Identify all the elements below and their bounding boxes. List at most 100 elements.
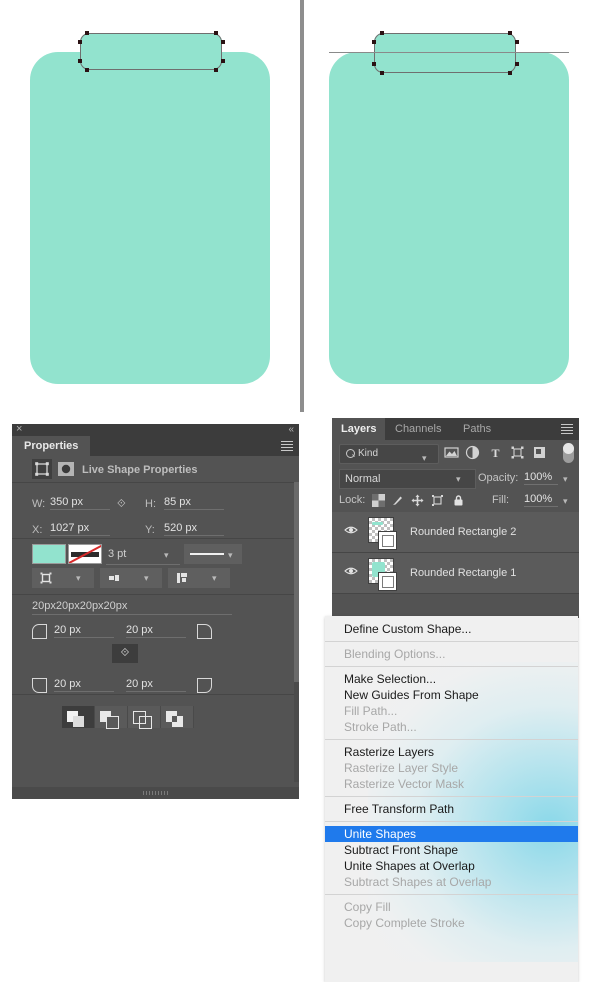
anchor-point[interactable]: [214, 68, 218, 72]
filter-enable-toggle[interactable]: [563, 443, 574, 463]
lock-position-icon[interactable]: [411, 494, 424, 507]
anchor-point[interactable]: [221, 40, 225, 44]
exclude-overlapping-shapes-button[interactable]: [161, 706, 194, 728]
close-icon[interactable]: ×: [16, 423, 22, 435]
lock-image-pixels-icon[interactable]: [391, 494, 404, 507]
shape-layer-filter-icon[interactable]: [510, 445, 525, 460]
layer-name[interactable]: Rounded Rectangle 1: [410, 567, 516, 579]
subtract-front-shape-button[interactable]: [95, 706, 128, 729]
tab-channels[interactable]: Channels: [386, 418, 450, 440]
layer-thumbnail-group[interactable]: [368, 517, 398, 550]
properties-titlebar: × «: [12, 423, 299, 436]
lock-transparent-pixels-icon[interactable]: [372, 494, 385, 507]
anchor-point[interactable]: [221, 59, 225, 63]
width-input[interactable]: 350 px: [50, 496, 110, 510]
anchor-point[interactable]: [372, 40, 376, 44]
chevron-down-icon[interactable]: ▾: [212, 573, 217, 584]
anchor-point[interactable]: [515, 62, 519, 66]
before-unite-canvas[interactable]: [0, 0, 300, 412]
mask-icon[interactable]: [56, 459, 76, 479]
y-position-input[interactable]: 520 px: [164, 522, 224, 536]
menu-item-unite-shapes-at-overlap[interactable]: Unite Shapes at Overlap: [325, 858, 578, 874]
chevron-down-icon[interactable]: ▾: [563, 474, 568, 485]
smart-object-filter-icon[interactable]: [532, 445, 547, 460]
menu-item-copy-complete-stroke: Copy Complete Stroke: [344, 916, 465, 930]
stroke-align-select[interactable]: ▾: [32, 568, 94, 588]
menu-item-define-custom-shape[interactable]: Define Custom Shape...: [325, 621, 578, 637]
corner-radii-summary[interactable]: 20px20px20px20px: [32, 600, 232, 615]
stroke-corners-select[interactable]: ▾: [168, 568, 230, 588]
lock-artboard-nesting-icon[interactable]: [431, 494, 444, 507]
fill-color-swatch[interactable]: [32, 544, 66, 564]
vector-mask-thumbnail[interactable]: [378, 572, 397, 591]
layer-thumbnail-group[interactable]: [368, 558, 398, 591]
table-row[interactable]: Rounded Rectangle 1: [332, 553, 579, 594]
after-unite-canvas[interactable]: [304, 0, 600, 412]
anchor-point[interactable]: [380, 31, 384, 35]
table-row[interactable]: Rounded Rectangle 2: [332, 512, 579, 553]
tab-layers[interactable]: Layers: [332, 418, 386, 440]
tab-paths[interactable]: Paths: [454, 418, 500, 440]
chevron-down-icon[interactable]: ▾: [456, 474, 461, 485]
anchor-point[interactable]: [380, 71, 384, 75]
adjustment-layer-filter-icon[interactable]: [465, 445, 480, 460]
properties-scrollbar-thumb[interactable]: [294, 482, 299, 682]
vector-mask-thumbnail[interactable]: [378, 531, 397, 550]
live-shape-icon[interactable]: [32, 459, 52, 479]
chevron-down-icon[interactable]: ▾: [422, 449, 427, 467]
height-input[interactable]: 85 px: [164, 496, 224, 510]
menu-separator: [325, 821, 578, 822]
chevron-down-icon[interactable]: ▾: [144, 573, 149, 584]
menu-item-rasterize-layers[interactable]: Rasterize Layers: [325, 744, 578, 760]
anchor-point[interactable]: [78, 59, 82, 63]
panel-menu-icon[interactable]: [281, 441, 293, 451]
anchor-point[interactable]: [372, 62, 376, 66]
opacity-input[interactable]: 100%: [524, 471, 558, 485]
properties-panel-footer: [12, 787, 299, 799]
eye-icon[interactable]: [344, 566, 358, 576]
anchor-point[interactable]: [508, 31, 512, 35]
anchor-point[interactable]: [85, 68, 89, 72]
top-right-radius-input[interactable]: 20 px: [126, 624, 186, 638]
anchor-point[interactable]: [85, 31, 89, 35]
menu-item-make-selection[interactable]: Make Selection...: [325, 671, 578, 687]
menu-item-copy-fill: Copy Fill: [344, 900, 391, 914]
menu-item-new-guides-from-shape[interactable]: New Guides From Shape: [325, 687, 578, 703]
chevron-down-icon[interactable]: ▾: [563, 496, 568, 507]
type-layer-filter-icon[interactable]: T: [488, 445, 503, 460]
chevron-down-icon[interactable]: ▾: [228, 550, 233, 561]
bottom-right-radius-input[interactable]: 20 px: [126, 678, 186, 692]
layer-kind-filter-select[interactable]: Kind ▾: [339, 444, 439, 464]
anchor-point[interactable]: [214, 31, 218, 35]
panel-menu-icon[interactable]: [561, 424, 573, 434]
unite-shapes-button[interactable]: [62, 706, 95, 728]
lock-all-icon[interactable]: [452, 494, 465, 507]
link-corner-radii-button[interactable]: ⟐: [112, 644, 138, 663]
link-width-height-icon[interactable]: ⟐: [117, 498, 126, 511]
top-left-radius-input[interactable]: 20 px: [54, 624, 114, 638]
stroke-caps-select[interactable]: ▾: [100, 568, 162, 588]
bottom-left-radius-input[interactable]: 20 px: [54, 678, 114, 692]
x-position-input[interactable]: 1027 px: [50, 522, 110, 536]
pixel-layer-filter-icon[interactable]: [444, 445, 459, 460]
anchor-point[interactable]: [515, 40, 519, 44]
resize-grip-icon[interactable]: [142, 791, 169, 795]
anchor-point[interactable]: [78, 40, 82, 44]
stroke-style-select[interactable]: [184, 544, 242, 564]
chevron-down-icon[interactable]: ▾: [76, 573, 81, 584]
united-shape-body: [329, 52, 569, 384]
collapse-panel-icon[interactable]: «: [288, 424, 294, 436]
tab-properties[interactable]: Properties: [12, 436, 91, 456]
menu-item-unite-shapes[interactable]: Unite Shapes: [325, 826, 578, 842]
layer-name[interactable]: Rounded Rectangle 2: [410, 526, 516, 538]
chevron-down-icon[interactable]: ▾: [164, 550, 169, 561]
stroke-color-swatch-none[interactable]: [68, 544, 102, 564]
eye-icon[interactable]: [344, 525, 358, 535]
fill-input[interactable]: 100%: [524, 493, 558, 507]
intersect-shape-areas-button[interactable]: [128, 706, 161, 729]
opacity-label: Opacity:: [478, 472, 519, 484]
menu-item-subtract-front-shape[interactable]: Subtract Front Shape: [325, 842, 578, 858]
anchor-point[interactable]: [508, 71, 512, 75]
properties-scrollbar[interactable]: [294, 482, 299, 782]
menu-item-free-transform-path[interactable]: Free Transform Path: [325, 801, 578, 817]
